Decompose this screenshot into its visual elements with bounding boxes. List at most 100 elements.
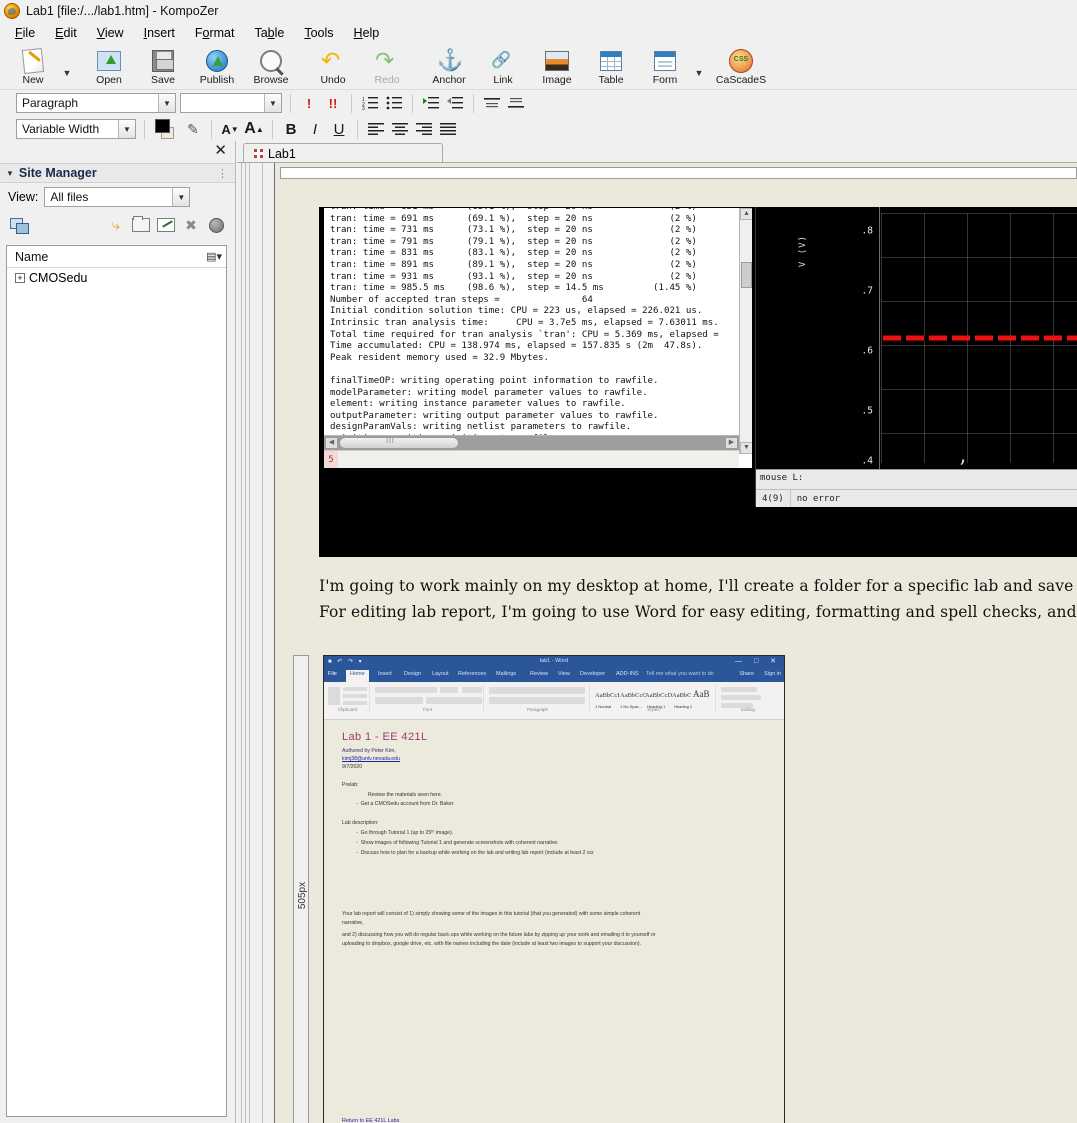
delete-icon[interactable]: ✖ [180, 215, 202, 235]
paragraph-style-select[interactable]: Paragraph ▼ [16, 93, 176, 113]
paragraph-2[interactable]: For editing lab report, I'm going to use… [319, 603, 1077, 621]
menu-table[interactable]: Table [245, 24, 293, 42]
word-tab-developer[interactable]: Developer [580, 671, 605, 677]
word-tab-layout[interactable]: Layout [432, 671, 449, 677]
word-tab-view[interactable]: View [558, 671, 570, 677]
indent-button[interactable] [421, 93, 441, 113]
word-tab-review[interactable]: Review [530, 671, 548, 677]
word-style-heading2[interactable]: AaBbC [672, 692, 692, 699]
editor-canvas[interactable]: tran: time = 651 ms (65.1 %), step = 20 … [237, 163, 1077, 1123]
increase-emphasis-button[interactable]: !! [323, 93, 343, 113]
menu-format[interactable]: Format [186, 24, 244, 42]
word-tab-insert[interactable]: Insert [378, 671, 392, 677]
scroll-left-icon[interactable]: ◀ [325, 437, 338, 449]
close-icon[interactable]: ✕ [214, 143, 227, 158]
menu-help[interactable]: Help [345, 24, 389, 42]
page-top-input-strip[interactable] [280, 167, 1077, 179]
redo-button[interactable]: Redo [360, 46, 414, 86]
increase-font-size-button[interactable]: A ▲ [244, 119, 264, 139]
menu-view[interactable]: View [88, 24, 133, 42]
image-resize-handle[interactable]: 505px [293, 655, 309, 1123]
menu-edit[interactable]: Edit [46, 24, 86, 42]
embedded-word-screenshot[interactable]: ■ ↶ ↷ ▾ lab1 - Word — □ ✕ File Home Inse… [323, 655, 785, 1123]
paragraph-1[interactable]: I'm going to work mainly on my desktop a… [319, 577, 1077, 595]
outdent-button[interactable] [445, 93, 465, 113]
document-page[interactable]: tran: time = 651 ms (65.1 %), step = 20 … [274, 163, 1077, 1123]
new-folder-icon[interactable] [130, 215, 152, 235]
italic-button[interactable]: I [305, 119, 325, 139]
save-button[interactable]: Save [136, 46, 190, 86]
word-style-heading1[interactable]: AaBbCcD [645, 692, 672, 699]
go-up-icon[interactable]: ⤷ [105, 215, 127, 235]
terminal-vertical-scrollbar[interactable]: ▲ ▼ [739, 208, 752, 454]
class-select[interactable]: ▼ [180, 93, 282, 113]
numbered-list-button[interactable]: 123 [360, 93, 380, 113]
table-button[interactable]: Table [584, 46, 638, 86]
align-center-button[interactable] [390, 119, 410, 139]
word-document-page[interactable]: Lab 1 - EE 421L Authored by Peter Kim, k… [326, 721, 782, 1123]
word-style-nospacing[interactable]: AaBbCcC [620, 692, 647, 699]
embedded-simulation-screenshot[interactable]: tran: time = 651 ms (65.1 %), step = 20 … [319, 207, 1077, 557]
scroll-thumb[interactable] [339, 437, 459, 449]
cascades-button[interactable]: CaScadeS [714, 46, 768, 86]
undo-button[interactable]: Undo [306, 46, 360, 86]
menu-insert[interactable]: Insert [135, 24, 184, 42]
view-filter-select[interactable]: All files ▼ [44, 187, 191, 207]
edit-page-icon[interactable] [155, 215, 177, 235]
highlight-color-button[interactable]: ✎ [183, 119, 203, 139]
anchor-button[interactable]: Anchor [422, 46, 476, 86]
form-dropdown-arrow[interactable]: ▼ [692, 68, 706, 78]
word-tab-addins[interactable]: ADD-INS [616, 671, 639, 677]
decrease-emphasis-button[interactable]: ! [299, 93, 319, 113]
word-tell-me-search[interactable]: Tell me what you want to do [646, 671, 714, 677]
word-doc-email-link[interactable]: kimj38@unlv.nevada.edu [342, 756, 400, 762]
scroll-thumb[interactable] [741, 262, 752, 288]
align-right-button[interactable] [414, 119, 434, 139]
word-tab-mailings[interactable]: Mailings [496, 671, 516, 677]
word-tab-references[interactable]: References [458, 671, 486, 677]
panel-grip[interactable]: ⋮ [217, 167, 229, 180]
chevron-down-icon[interactable]: ▼ [6, 169, 14, 178]
decrease-font-size-button[interactable]: A ▼ [220, 119, 240, 139]
new-dropdown-arrow[interactable]: ▼ [60, 68, 74, 78]
menu-tools[interactable]: Tools [295, 24, 342, 42]
spectre-log-window[interactable]: tran: time = 651 ms (65.1 %), step = 20 … [323, 207, 753, 469]
terminal-prompt-row[interactable]: 5 [324, 450, 739, 468]
word-tab-home[interactable]: Home [346, 670, 369, 682]
color-swatches[interactable] [153, 118, 179, 140]
list-item[interactable]: + CMOSedu [7, 268, 226, 288]
new-button[interactable]: New [6, 46, 60, 86]
word-tab-file[interactable]: File [328, 671, 337, 677]
word-style-title[interactable]: AaB [693, 689, 710, 699]
expand-icon[interactable]: + [15, 273, 25, 283]
word-style-normal[interactable]: AaBbCcI [595, 692, 620, 699]
word-signin-button[interactable]: Sign in [764, 671, 781, 677]
column-options-icon[interactable]: ▤▾ [206, 250, 222, 263]
line-above-button[interactable] [482, 93, 502, 113]
text-color-swatch[interactable] [155, 119, 170, 133]
align-left-button[interactable] [366, 119, 386, 139]
stop-icon[interactable] [205, 215, 227, 235]
edit-sites-icon[interactable] [8, 215, 30, 235]
word-share-button[interactable]: Share [739, 671, 754, 677]
underline-button[interactable]: U [329, 119, 349, 139]
bulleted-list-button[interactable] [384, 93, 404, 113]
word-ribbon[interactable]: Clipboard Font Paragraph AaBbCcI AaBbCcC… [324, 682, 784, 720]
word-group-styles[interactable]: AaBbCcI AaBbCcC AaBbCcD AaBbC AaB 1 Norm… [592, 684, 716, 712]
form-button[interactable]: Form [638, 46, 692, 86]
waveform-viewer[interactable]: V (V) .8 .7 .6 .5 .4 mouse L: 4(9) no er… [755, 207, 1077, 507]
word-tab-design[interactable]: Design [404, 671, 421, 677]
bold-button[interactable]: B [281, 119, 301, 139]
menu-file[interactable]: File [6, 24, 44, 42]
open-button[interactable]: Open [82, 46, 136, 86]
word-return-link[interactable]: Return to EE 421L Labs [342, 1118, 399, 1123]
terminal-horizontal-scrollbar[interactable]: ◀ ▶ [324, 435, 739, 450]
line-below-button[interactable] [506, 93, 526, 113]
tab-lab1[interactable]: Lab1 [243, 143, 443, 163]
image-button[interactable]: Image [530, 46, 584, 86]
link-button[interactable]: Link [476, 46, 530, 86]
scroll-right-icon[interactable]: ▶ [725, 437, 738, 449]
font-family-select[interactable]: Variable Width ▼ [16, 119, 136, 139]
align-justify-button[interactable] [438, 119, 458, 139]
publish-button[interactable]: Publish [190, 46, 244, 86]
